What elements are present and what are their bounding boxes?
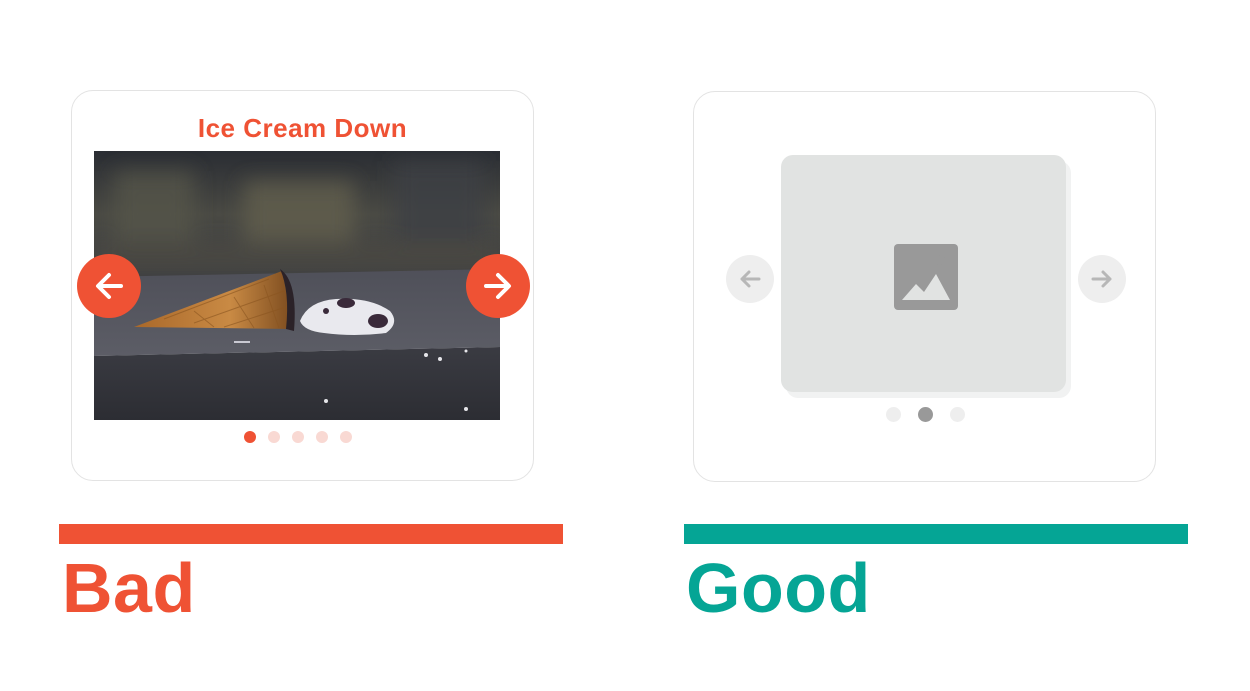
bad-pagination-dot-2[interactable] [268,431,280,443]
good-pagination-dot-2[interactable] [918,407,933,422]
bad-label: Bad [62,549,196,627]
bad-pagination-dot-4[interactable] [316,431,328,443]
arrow-left-icon [740,270,761,288]
ice-cream-photo [94,151,500,420]
arrow-left-icon [96,273,123,299]
good-label: Good [686,549,871,627]
good-pagination-dots [886,407,965,422]
arrow-right-icon [1091,270,1112,288]
good-pagination-dot-1[interactable] [886,407,901,422]
bad-prev-button[interactable] [77,254,141,318]
bad-pagination-dot-5[interactable] [340,431,352,443]
good-accent-bar [684,524,1188,544]
bad-pagination-dots [244,431,352,443]
good-pagination-dot-3[interactable] [950,407,965,422]
bad-next-button[interactable] [466,254,530,318]
carousel-title: Ice Cream Down [197,113,408,143]
bad-carousel-card: Ice Cream Down [71,90,534,481]
bad-pagination-dot-3[interactable] [292,431,304,443]
arrow-right-icon [484,273,511,299]
image-placeholder-icon [894,244,958,310]
good-next-button[interactable] [1078,255,1126,303]
good-carousel-card [693,91,1156,482]
bad-accent-bar [59,524,563,544]
image-placeholder [781,155,1066,392]
good-prev-button[interactable] [726,255,774,303]
bad-pagination-dot-1[interactable] [244,431,256,443]
